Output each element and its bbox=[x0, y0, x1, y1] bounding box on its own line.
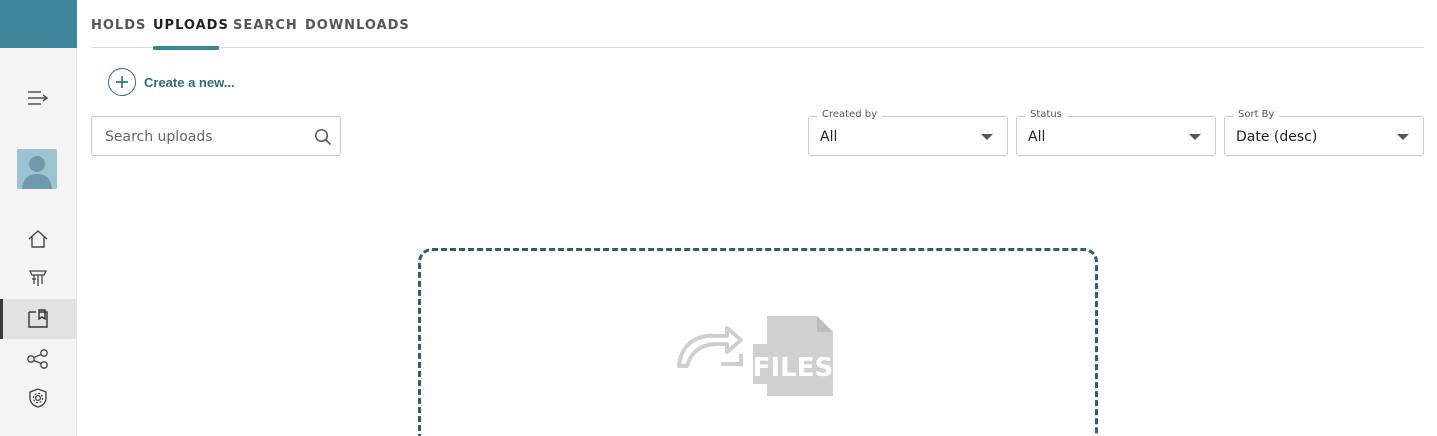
holds-icon bbox=[28, 270, 48, 286]
brand-bar bbox=[0, 0, 77, 48]
menu-expand-icon bbox=[28, 91, 49, 105]
user-silhouette-icon bbox=[17, 149, 57, 189]
add-circle-icon bbox=[108, 68, 136, 96]
status-value: All bbox=[1028, 129, 1046, 145]
files-icon-text: FILES bbox=[753, 353, 834, 383]
avatar[interactable] bbox=[17, 149, 57, 189]
search-input[interactable] bbox=[105, 126, 305, 148]
status-label: Status bbox=[1025, 109, 1067, 120]
drop-files-icon: FILES bbox=[677, 316, 834, 396]
created-by-select[interactable]: Created by All bbox=[808, 109, 1008, 156]
created-by-label: Created by bbox=[817, 109, 883, 120]
sidebar-item-uploads[interactable] bbox=[0, 299, 76, 339]
search-box bbox=[91, 116, 341, 156]
tab-downloads[interactable]: DOWNLOADS bbox=[305, 18, 410, 33]
uploads-icon bbox=[28, 309, 48, 328]
main-content: HOLDS UPLOADS SEARCH DOWNLOADS Create a … bbox=[91, 0, 1424, 436]
sidebar-item-admin[interactable] bbox=[0, 378, 76, 418]
file-dropzone[interactable]: FILES bbox=[418, 248, 1098, 436]
tab-holds[interactable]: HOLDS bbox=[91, 18, 146, 33]
sidebar-item-home[interactable] bbox=[0, 219, 76, 259]
share-icon bbox=[27, 349, 48, 369]
sidebar-item-holds[interactable] bbox=[0, 258, 76, 298]
tab-search[interactable]: SEARCH bbox=[233, 18, 298, 33]
create-new-button[interactable]: Create a new... bbox=[108, 68, 235, 96]
sort-by-label: Sort By bbox=[1233, 109, 1280, 120]
tab-bar: HOLDS UPLOADS SEARCH DOWNLOADS bbox=[91, 0, 1424, 50]
tab-uploads[interactable]: UPLOADS bbox=[153, 18, 229, 33]
sidebar bbox=[0, 0, 77, 436]
active-tab-indicator bbox=[153, 46, 219, 50]
sort-by-value: Date (desc) bbox=[1236, 129, 1318, 145]
created-by-value: All bbox=[820, 129, 838, 145]
status-select[interactable]: Status All bbox=[1016, 109, 1216, 156]
sidebar-item-share[interactable] bbox=[0, 339, 76, 379]
create-new-label: Create a new... bbox=[144, 74, 235, 90]
search-icon[interactable] bbox=[314, 128, 332, 146]
shield-settings-icon bbox=[29, 388, 47, 408]
chevron-down-icon bbox=[1189, 134, 1201, 140]
menu-expand-button[interactable] bbox=[0, 78, 76, 118]
app-root: HOLDS UPLOADS SEARCH DOWNLOADS Create a … bbox=[0, 0, 1437, 436]
chevron-down-icon bbox=[1397, 134, 1409, 140]
chevron-down-icon bbox=[981, 134, 993, 140]
home-icon bbox=[28, 230, 48, 248]
sort-by-select[interactable]: Sort By Date (desc) bbox=[1224, 109, 1424, 156]
